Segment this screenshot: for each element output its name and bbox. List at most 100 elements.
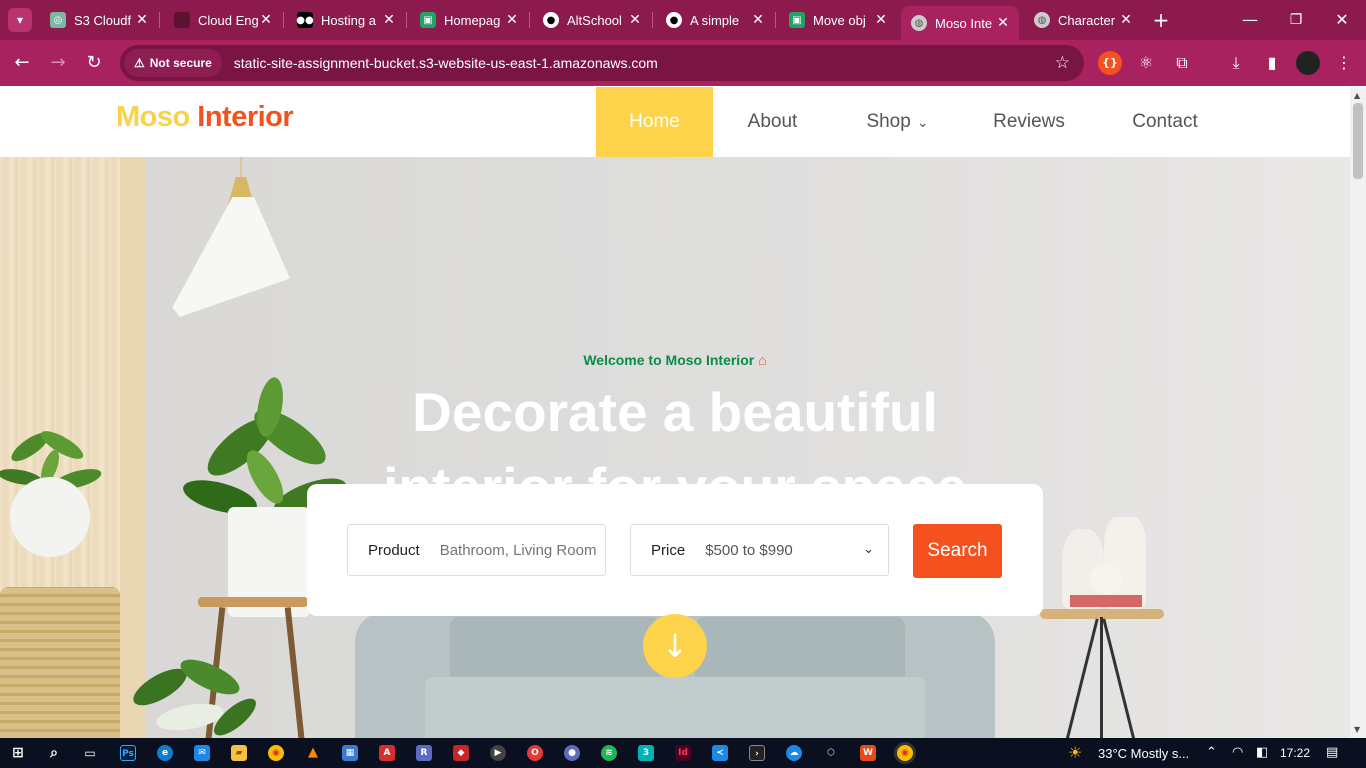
task-view-icon[interactable]: ▭ [82, 745, 98, 761]
weather-widget[interactable]: 33°C Mostly s... [1098, 746, 1189, 761]
scroll-down-icon[interactable]: ▼ [1354, 725, 1360, 734]
spotify-icon[interactable]: ≋ [601, 745, 617, 761]
close-tab-icon[interactable]: ✕ [873, 12, 889, 28]
media-player-icon[interactable]: ▶ [490, 745, 506, 761]
windows-taskbar: ⊞ ⌕ ▭ Ps e ✉ ▰ ◉ ▲ ▦ A R ◆ ▶ O ● ≋ 3 Id … [0, 738, 1366, 768]
security-chip[interactable]: ⚠ Not secure [124, 49, 222, 77]
scroll-thumb[interactable] [1353, 103, 1363, 179]
tab-search-button[interactable]: ▾ [8, 8, 32, 32]
window-close-icon[interactable]: ✕ [1330, 8, 1354, 32]
app-icon[interactable]: ◆ [453, 745, 469, 761]
search-icon[interactable]: ⌕ [46, 745, 62, 761]
extensions-puzzle-icon[interactable]: ⧉ [1170, 51, 1194, 75]
edge-icon[interactable]: e [157, 745, 173, 761]
indesign-icon[interactable]: Id [675, 745, 691, 761]
chatgpt-icon: ◎ [50, 12, 66, 28]
app-icon[interactable]: 3 [638, 745, 654, 761]
nav-contact[interactable]: Contact [1115, 87, 1215, 157]
side-panel-icon[interactable]: ▮ [1260, 51, 1284, 75]
profile-avatar[interactable] [1296, 51, 1320, 75]
nav-about[interactable]: About [720, 87, 825, 157]
close-tab-icon[interactable]: ✕ [750, 12, 766, 28]
terminal-icon[interactable]: › [749, 745, 765, 761]
site-logo[interactable]: Moso Interior [116, 101, 294, 134]
notifications-icon[interactable]: ▤ [1326, 745, 1338, 760]
page-scrollbar[interactable]: ▲ ▼ [1350, 87, 1366, 738]
browser-tab-4[interactable]: ▣ Homepag ✕ [410, 6, 528, 34]
browser-tab-5[interactable]: ● AltSchool ✕ [533, 6, 651, 34]
extension-json-icon[interactable]: {} [1098, 51, 1122, 75]
restore-icon[interactable]: ❐ [1284, 8, 1308, 32]
new-tab-button[interactable]: + [1149, 8, 1173, 32]
weather-icon[interactable]: ☀ [1068, 743, 1082, 762]
browser-tab-7[interactable]: ▣ Move obj ✕ [779, 6, 897, 34]
vscode-icon[interactable]: ≺ [712, 745, 728, 761]
chrome-icon[interactable]: ◉ [268, 745, 284, 761]
address-bar[interactable]: ⚠ Not secure static-site-assignment-buck… [120, 45, 1084, 81]
browser-tab-9[interactable]: ◍ Character ✕ [1024, 6, 1142, 34]
close-tab-icon[interactable]: ✕ [134, 12, 150, 28]
wifi-icon[interactable]: ◠ [1232, 745, 1243, 760]
browser-tab-6[interactable]: ● A simple ✕ [656, 6, 774, 34]
wps-icon[interactable]: W [860, 745, 876, 761]
menu-kebab-icon[interactable]: ⋮ [1332, 51, 1356, 75]
browser-tab-1[interactable]: ◎ S3 Cloudf ✕ [40, 6, 158, 34]
lamp-cord [240, 157, 242, 179]
close-tab-icon[interactable]: ✕ [1118, 12, 1134, 28]
windows-start-icon[interactable]: ⊞ [10, 745, 26, 761]
photoshop-icon[interactable]: Ps [120, 745, 136, 761]
pendant-lamp-image [172, 197, 290, 317]
reload-icon[interactable]: ↻ [82, 51, 106, 75]
security-label: Not secure [149, 56, 212, 70]
product-input[interactable] [439, 541, 600, 559]
nav-reviews[interactable]: Reviews [980, 87, 1078, 157]
tab-title: AltSchool [567, 12, 622, 28]
vlc-icon[interactable]: ▲ [305, 745, 321, 761]
close-tab-icon[interactable]: ✕ [995, 15, 1011, 31]
url-text[interactable]: static-site-assignment-bucket.s3-website… [234, 55, 658, 71]
close-tab-icon[interactable]: ✕ [627, 12, 643, 28]
store-icon[interactable]: ▦ [342, 745, 358, 761]
side-table-leg [1102, 618, 1137, 738]
virtualbox-icon[interactable]: ⬡ [823, 745, 839, 761]
product-label: Product [368, 541, 420, 559]
arrow-down-button[interactable]: ↓ [643, 614, 707, 678]
opera-icon[interactable]: O [527, 745, 543, 761]
file-explorer-icon[interactable]: ▰ [231, 745, 247, 761]
clock[interactable]: 17:22 [1280, 746, 1310, 760]
download-icon[interactable]: ⤓ [1224, 51, 1248, 75]
nav-home[interactable]: Home [596, 87, 713, 157]
forward-icon[interactable]: → [46, 51, 70, 75]
tab-title: Cloud Eng [198, 12, 258, 28]
close-tab-icon[interactable]: ✕ [258, 12, 274, 28]
hero-section: Welcome to Moso Interior ⌂ Decorate a bea… [0, 157, 1350, 738]
nav-shop[interactable]: Shop ⌄ [850, 87, 945, 157]
headline-line-1: Decorate a beautiful [412, 381, 938, 443]
price-select[interactable]: Price $500 to $990 ⌄ [630, 524, 889, 576]
close-tab-icon[interactable]: ✕ [504, 12, 520, 28]
obs-icon[interactable]: ● [564, 745, 580, 761]
minimize-icon[interactable]: — [1238, 8, 1262, 32]
browser-tab-2[interactable]: Cloud Eng ✕ [164, 6, 282, 34]
product-field[interactable]: Product [347, 524, 606, 576]
acrobat-icon[interactable]: A [379, 745, 395, 761]
react-devtools-icon[interactable]: ⚛ [1134, 51, 1158, 75]
r-studio-icon[interactable]: R [416, 745, 432, 761]
back-icon[interactable]: ← [10, 51, 34, 75]
speaker-icon[interactable]: ◧ [1256, 745, 1268, 760]
decor-ball [1090, 563, 1122, 595]
chevron-up-icon[interactable]: ⌃ [1206, 745, 1217, 760]
bookmark-star-icon[interactable]: ☆ [1055, 53, 1070, 73]
browser-tab-3[interactable]: ●● Hosting a ✕ [287, 6, 405, 34]
chrome-active-icon[interactable]: ◉ [897, 745, 913, 761]
tab-title: S3 Cloudf [74, 12, 132, 28]
scroll-up-icon[interactable]: ▲ [1354, 91, 1360, 100]
welcome-label: Welcome to Moso Interior [583, 352, 755, 368]
temperature: 33°C [1098, 746, 1128, 761]
onedrive-icon[interactable]: ☁ [786, 745, 802, 761]
close-tab-icon[interactable]: ✕ [381, 12, 397, 28]
books-image [1070, 595, 1142, 607]
mail-icon[interactable]: ✉ [194, 745, 210, 761]
search-button[interactable]: Search [913, 524, 1002, 578]
browser-tab-active[interactable]: ◍ Moso Inte ✕ [901, 6, 1019, 40]
